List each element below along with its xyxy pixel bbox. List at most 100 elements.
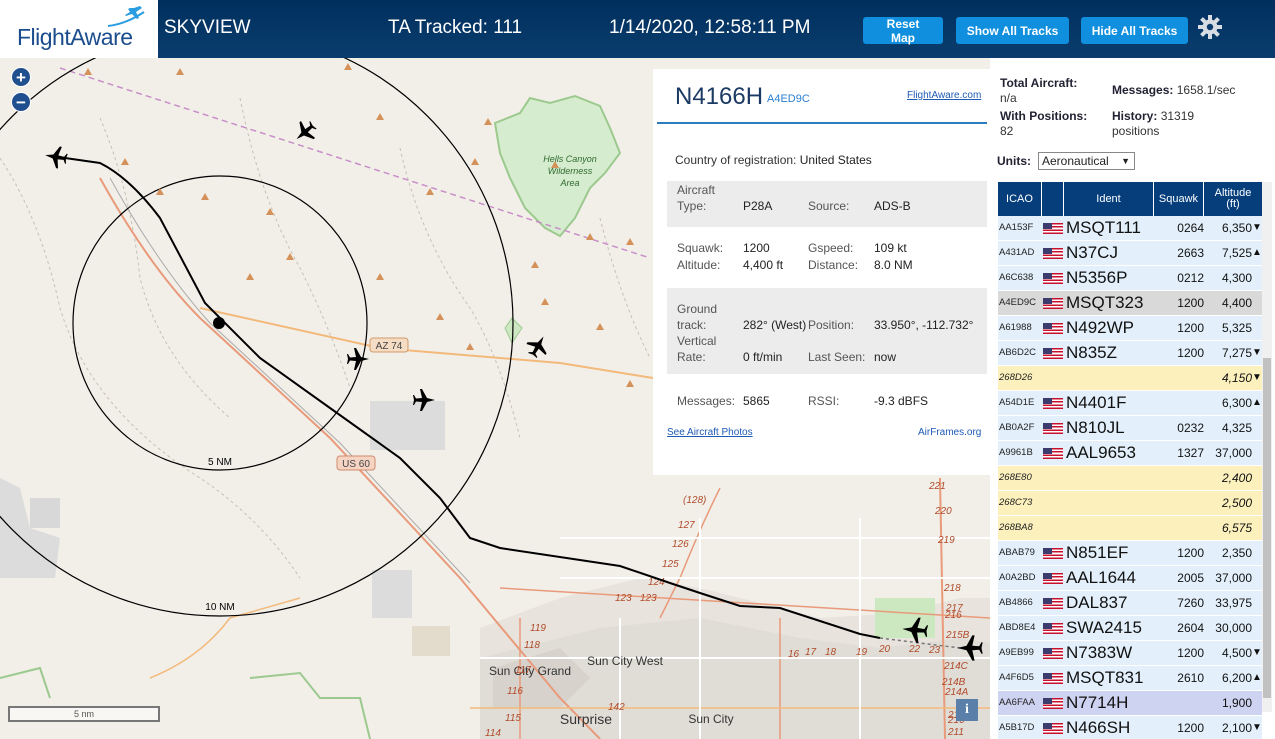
col-squawk[interactable]: Squawk (1154, 182, 1204, 216)
track-block: Ground track: 282° (West) Position: 33.9… (667, 288, 987, 374)
route-label: 119 (530, 623, 546, 634)
hide-all-tracks-button[interactable]: Hide All Tracks (1081, 17, 1188, 44)
table-row[interactable]: A5B17D N466SH 1200 2,100 ▼ (998, 716, 1262, 739)
row-flag (1043, 316, 1063, 340)
row-squawk: 2005 (1177, 571, 1204, 585)
col-altitude[interactable]: Altitude (ft) (1204, 182, 1262, 216)
route-label: 127 (678, 520, 695, 531)
row-altitude: 6,350 (1221, 221, 1252, 235)
table-row[interactable]: A54D1E N4401F 6,300 ▲ (998, 391, 1262, 416)
table-row[interactable]: AA6FAA N7714H 1,900 (998, 691, 1262, 716)
aircraft-hex[interactable]: A4ED9C (767, 93, 810, 105)
table-row[interactable]: 268BA8 6,575 (998, 516, 1262, 541)
show-all-tracks-button[interactable]: Show All Tracks (956, 17, 1069, 44)
row-trend (1252, 291, 1262, 315)
row-ident: AAL9653 (1066, 443, 1136, 462)
country-line: Country of registration: United States (675, 153, 872, 167)
us-flag-icon (1043, 623, 1063, 634)
row-altitude: 37,000 (1215, 571, 1252, 585)
row-ident: N492WP (1066, 318, 1135, 337)
flightaware-logo[interactable]: FlightAware (0, 0, 158, 58)
table-row[interactable]: A4ED9C MSQT323 1200 4,400 (998, 291, 1262, 316)
row-altitude: 7,275 (1221, 346, 1252, 360)
gear-icon[interactable] (1197, 14, 1223, 40)
col-altitude-unit: (ft) (1226, 198, 1240, 210)
row-flag (1043, 216, 1063, 240)
airframes-link[interactable]: AirFrames.org (918, 427, 981, 438)
table-row[interactable]: 268C73 2,500 (998, 491, 1262, 516)
col-ident[interactable]: Ident (1064, 182, 1154, 216)
table-row[interactable]: ABD8E4 SWA2415 2604 30,000 (998, 616, 1262, 641)
app-title: SKYVIEW (164, 17, 251, 38)
scrollbar-thumb[interactable] (1263, 358, 1271, 698)
row-altitude: 2,500 (1221, 496, 1252, 510)
row-icao: ABAB79 (999, 547, 1035, 558)
row-ident: N37CJ (1066, 243, 1118, 262)
table-row[interactable]: A6C638 N5356P 0212 4,300 (998, 266, 1262, 291)
table-row[interactable]: AA153F MSQT111 0264 6,350 ▼ (998, 216, 1262, 241)
city-sun-city: Sun City (688, 712, 733, 726)
zoom-in-button[interactable]: + (11, 67, 31, 87)
route-label: 125 (662, 559, 679, 570)
row-altitude: 37,000 (1215, 446, 1252, 460)
row-trend: ▼ (1252, 647, 1262, 658)
row-altitude: 4,300 (1221, 271, 1252, 285)
col-icao[interactable]: ICAO (998, 182, 1042, 216)
row-ident: N4401F (1066, 393, 1127, 412)
table-row[interactable]: A9961B AAL9653 1327 37,000 (998, 441, 1262, 466)
row-altitude: 6,575 (1221, 521, 1252, 535)
row-icao: A4ED9C (999, 297, 1036, 308)
aircraft-ident: N4166H (675, 83, 764, 110)
flightaware-link[interactable]: FlightAware.com (907, 90, 981, 101)
us-flag-icon (1043, 398, 1063, 409)
table-row[interactable]: AB4866 DAL837 7260 33,975 (998, 591, 1262, 616)
col-flag[interactable] (1042, 182, 1064, 216)
route-label: 142 (608, 702, 625, 713)
info-icon[interactable]: i (956, 699, 978, 721)
row-icao: A54D1E (999, 397, 1035, 408)
route-label: 215B (945, 630, 970, 641)
table-row[interactable]: A61988 N492WP 1200 5,325 (998, 316, 1262, 341)
reset-map-button[interactable]: Reset Map (863, 17, 943, 45)
row-trend (1252, 316, 1262, 340)
table-row[interactable]: A0A2BD AAL1644 2005 37,000 (998, 566, 1262, 591)
route-label: 123 (640, 593, 657, 604)
us-flag-icon (1043, 648, 1063, 659)
route-label: 115 (505, 713, 521, 724)
table-row[interactable]: ABAB79 N851EF 1200 2,350 (998, 541, 1262, 566)
table-row[interactable]: AB6D2C N835Z 1200 7,275 ▼ (998, 341, 1262, 366)
us-flag-icon (1043, 423, 1063, 434)
route-label: 23 (928, 645, 941, 656)
aircraft-table: ICAO Ident Squawk Altitude (ft) AA153F MS… (998, 182, 1262, 739)
aircraft-photos-link[interactable]: See Aircraft Photos (667, 427, 753, 438)
route-label: 219 (937, 535, 955, 546)
row-icao: 268C73 (999, 497, 1033, 508)
route-label: 216 (944, 610, 962, 621)
route-label: (128) (683, 495, 706, 506)
row-icao: AB6D2C (999, 347, 1036, 358)
row-trend: ▼ (1252, 722, 1262, 733)
messages-value: 1658.1/sec (1176, 83, 1236, 97)
table-row[interactable]: 268D26 4,150 ▼ (998, 366, 1262, 391)
table-row[interactable]: A431AD N37CJ 2663 7,525 ▲ (998, 241, 1262, 266)
position-label: Position: (808, 318, 855, 332)
row-trend: ▼ (1252, 222, 1262, 233)
row-trend: ▲ (1252, 397, 1262, 408)
table-row[interactable]: A9EB99 N7383W 1200 4,500 ▼ (998, 641, 1262, 666)
type-label-2: Type: (677, 199, 707, 213)
table-row[interactable]: 268E80 2,400 (998, 466, 1262, 491)
table-row[interactable]: A4F6D5 MSQT831 2610 6,200 ▲ (998, 666, 1262, 691)
row-trend (1252, 616, 1262, 640)
row-altitude: 4,325 (1221, 421, 1252, 435)
route-label: 221 (928, 481, 946, 492)
row-altitude: 2,400 (1221, 471, 1252, 485)
us-flag-icon (1043, 548, 1063, 559)
row-trend (1252, 416, 1262, 440)
row-icao: A9961B (999, 447, 1033, 458)
city-sun-city-west: Sun City West (587, 654, 663, 668)
zoom-out-button[interactable]: − (11, 92, 31, 112)
table-row[interactable]: AB0A2F N810JL 0232 4,325 (998, 416, 1262, 441)
type-value: P28A (743, 199, 773, 213)
row-ident: MSQT323 (1066, 293, 1144, 312)
units-select[interactable]: Aeronautical ▼ (1038, 152, 1135, 170)
